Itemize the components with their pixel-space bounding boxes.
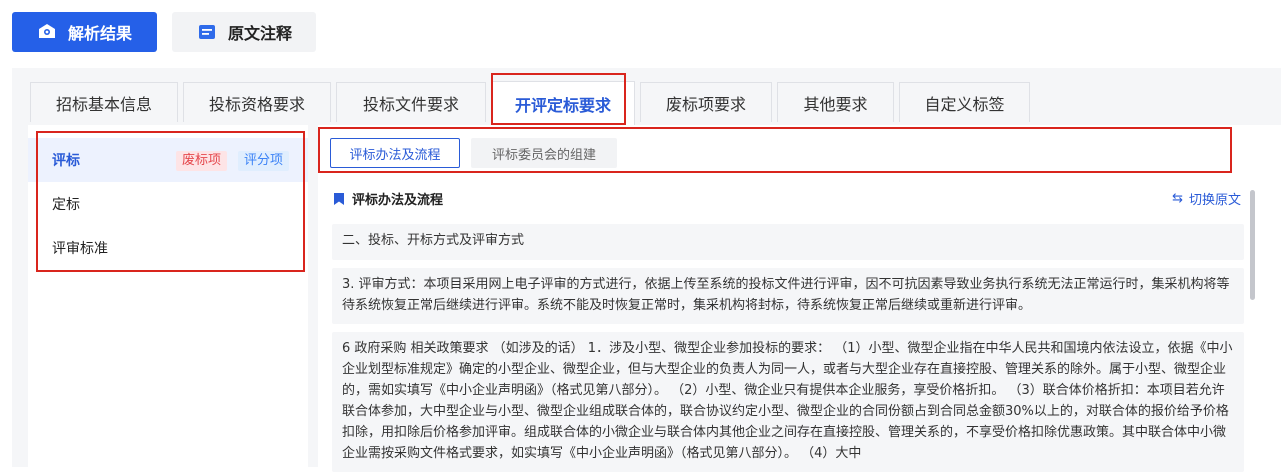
- tab-rejection[interactable]: 废标项要求: [640, 82, 772, 122]
- paragraph-block: 6 政府采购 相关政策要求 （如涉及的话） 1．涉及小型、微型企业参加投标的要求…: [332, 332, 1244, 472]
- scoring-badge: 评分项: [238, 151, 290, 171]
- original-annotation-label: 原文注释: [228, 24, 293, 43]
- sidebar: 评标 废标项 评分项 定标 评审标准: [28, 125, 308, 467]
- document-icon: [196, 21, 218, 43]
- tab-basic-info[interactable]: 招标基本信息: [30, 82, 178, 122]
- tab-label: 废标项要求: [665, 94, 746, 114]
- tab-label: 投标资格要求: [208, 94, 305, 114]
- switch-icon: ⇆: [1172, 191, 1183, 206]
- paragraph-text: 二、投标、开标方式及评审方式: [342, 233, 525, 248]
- tab-label: 开评定标要求: [514, 95, 611, 115]
- tab-bid-documents[interactable]: 投标文件要求: [336, 82, 486, 122]
- sidebar-item-label: 定标: [52, 197, 80, 213]
- tab-label: 其他要求: [803, 94, 868, 114]
- tab-label: 投标文件要求: [362, 94, 459, 114]
- sidebar-item-label: 评标: [52, 153, 80, 169]
- paragraph-text: 3. 评审方式：本项目采用网上电子评审的方式进行，依据上传至系统的投标文件进行评…: [342, 277, 1230, 313]
- analysis-result-button[interactable]: 解析结果: [12, 12, 157, 52]
- subtab-label: 评标办法及流程: [349, 147, 441, 163]
- top-toolbar: 解析结果 原文注释: [0, 0, 1281, 68]
- content-scrollbar[interactable]: [1250, 190, 1255, 300]
- subtab-evaluation-method[interactable]: 评标办法及流程: [330, 138, 460, 168]
- section-title-text: 评标办法及流程: [352, 193, 444, 208]
- rejection-badge: 废标项: [176, 151, 228, 171]
- analysis-result-label: 解析结果: [68, 24, 133, 43]
- subtab-committee[interactable]: 评标委员会的组建: [471, 138, 617, 168]
- switch-label: 切换原文: [1188, 193, 1241, 208]
- paragraph-text: 6 政府采购 相关政策要求 （如涉及的话） 1．涉及小型、微型企业参加投标的要求…: [342, 341, 1233, 461]
- analysis-icon: [36, 21, 58, 43]
- sidebar-item-evaluation[interactable]: 评标 废标项 评分项: [28, 138, 308, 182]
- tab-label: 招标基本信息: [55, 94, 152, 114]
- tab-qualification[interactable]: 投标资格要求: [183, 82, 331, 122]
- sidebar-item-award[interactable]: 定标: [28, 182, 308, 226]
- tab-custom[interactable]: 自定义标签: [899, 82, 1030, 122]
- tab-other[interactable]: 其他要求: [777, 82, 894, 122]
- subtab-label: 评标委员会的组建: [491, 147, 596, 163]
- tab-evaluation[interactable]: 开评定标要求: [491, 81, 635, 125]
- tab-label: 自定义标签: [924, 94, 1005, 114]
- paragraph-block: 3. 评审方式：本项目采用网上电子评审的方式进行，依据上传至系统的投标文件进行评…: [332, 268, 1244, 324]
- original-annotation-button[interactable]: 原文注释: [172, 12, 316, 52]
- sidebar-item-criteria[interactable]: 评审标准: [28, 226, 308, 270]
- sidebar-item-label: 评审标准: [52, 241, 108, 257]
- bookmark-icon: [334, 192, 344, 205]
- switch-original-link[interactable]: ⇆ 切换原文: [1172, 189, 1241, 208]
- section-title: 评标办法及流程: [334, 189, 443, 208]
- main-content: 评标办法及流程 评标委员会的组建 评标办法及流程 ⇆ 切换原文 二、投标、开标方…: [318, 125, 1281, 472]
- paragraph-block: 二、投标、开标方式及评审方式: [332, 224, 1244, 260]
